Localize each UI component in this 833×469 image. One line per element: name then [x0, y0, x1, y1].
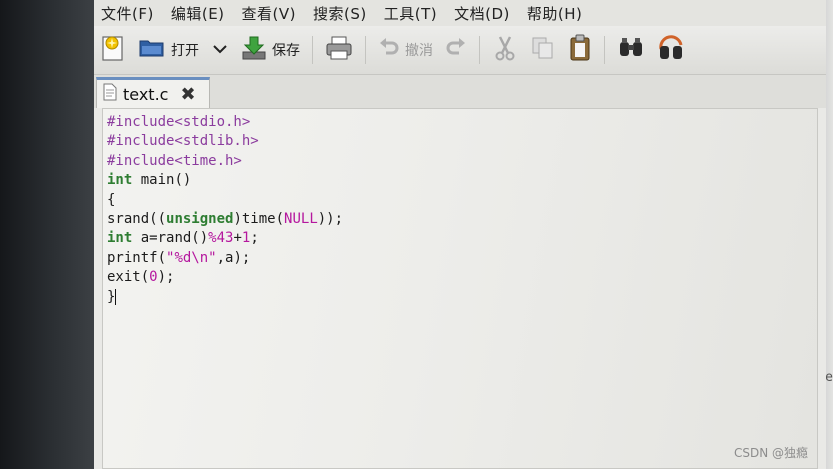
save-button[interactable]: 保存 [235, 32, 306, 68]
code-line: #include<time.h> [107, 152, 242, 169]
code-line: { [107, 191, 116, 208]
gedit-window: 文件(F) 编辑(E) 查看(V) 搜索(S) 工具(T) 文档(D) 帮助(H… [94, 0, 826, 469]
toolbar-separator [479, 36, 480, 64]
copy-icon [530, 35, 556, 65]
code-line: srand((unsigned)time(NULL)); [107, 211, 344, 228]
code-line: int a=rand()%43+1; [107, 230, 259, 247]
code-line: #include<stdlib.h> [107, 133, 259, 150]
chevron-down-icon [213, 42, 227, 58]
new-document-icon [100, 34, 126, 66]
menu-tools[interactable]: 工具(T) [377, 3, 447, 24]
menu-view[interactable]: 查看(V) [235, 3, 306, 24]
open-button[interactable]: 打开 [132, 32, 205, 68]
scissors-icon [492, 35, 518, 65]
find-button[interactable] [611, 32, 651, 68]
redo-icon [445, 37, 467, 63]
code-text: #include<stdio.h> #include<stdlib.h> #in… [107, 113, 343, 307]
binoculars-icon [617, 36, 645, 64]
replace-button[interactable] [651, 32, 691, 68]
text-cursor [115, 288, 117, 305]
toolbar: 打开 保存 撤消 [94, 26, 826, 75]
copy-button[interactable] [524, 32, 562, 68]
code-line: exit(0); [107, 269, 175, 286]
close-tab-icon[interactable]: ✖ [180, 84, 195, 105]
code-line: int main() [107, 172, 192, 189]
save-download-icon [241, 35, 267, 65]
new-button[interactable] [94, 32, 132, 68]
find-replace-icon [657, 35, 685, 65]
tab-filename: text.c [123, 84, 169, 104]
print-button[interactable] [319, 32, 359, 68]
cut-button[interactable] [486, 32, 524, 68]
save-label: 保存 [272, 43, 300, 59]
menubar: 文件(F) 编辑(E) 查看(V) 搜索(S) 工具(T) 文档(D) 帮助(H… [94, 0, 826, 26]
csdn-watermark: CSDN @独瘾 [733, 446, 808, 460]
undo-label: 撤消 [405, 43, 433, 59]
toolbar-separator [312, 36, 313, 64]
photo-surround-left [0, 0, 96, 469]
paste-button[interactable] [562, 32, 598, 68]
menu-edit[interactable]: 编辑(E) [164, 3, 235, 24]
redo-button[interactable] [439, 32, 473, 68]
tab-text-c[interactable]: text.c ✖ [96, 77, 210, 108]
menu-documents[interactable]: 文档(D) [447, 3, 520, 24]
printer-icon [325, 35, 353, 65]
text-file-icon [103, 83, 117, 105]
menu-file[interactable]: 文件(F) [94, 3, 164, 24]
document-tabstrip: text.c ✖ [94, 75, 826, 108]
code-line: #include<stdio.h> [107, 114, 251, 130]
code-line: printf("%d\n",a); [107, 249, 251, 266]
clipboard-paste-icon [568, 34, 592, 66]
open-label: 打开 [171, 43, 199, 59]
undo-button[interactable]: 撤消 [372, 32, 439, 68]
code-editor[interactable]: #include<stdio.h> #include<stdlib.h> #in… [102, 108, 818, 469]
undo-icon [378, 37, 400, 63]
open-recent-dropdown[interactable] [205, 32, 235, 68]
menu-help[interactable]: 帮助(H) [520, 3, 592, 24]
toolbar-separator [604, 36, 605, 64]
code-line: } [107, 288, 117, 305]
menu-search[interactable]: 搜索(S) [306, 3, 377, 24]
folder-open-icon [138, 37, 166, 63]
toolbar-separator [365, 36, 366, 64]
